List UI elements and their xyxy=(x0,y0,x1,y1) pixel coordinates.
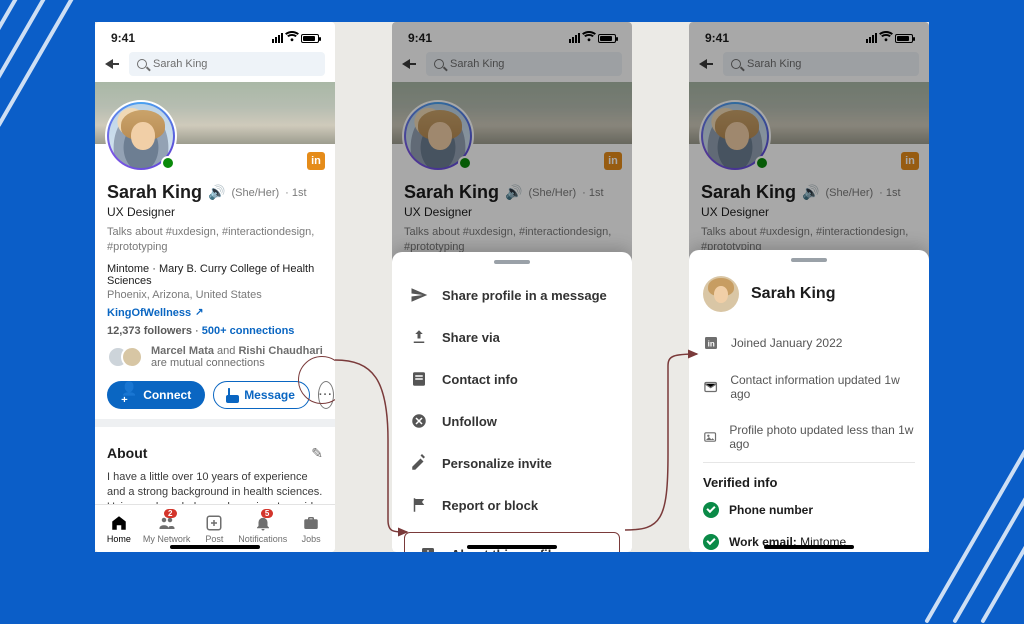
message-button[interactable]: Message xyxy=(213,381,310,409)
mini-avatar xyxy=(703,276,739,312)
sheet-grabber[interactable] xyxy=(791,258,827,262)
pronunciation-icon[interactable]: 🔊 xyxy=(208,184,225,201)
menu-unfollow[interactable]: Unfollow xyxy=(396,400,628,442)
linkedin-icon: in xyxy=(703,335,719,351)
wifi-icon xyxy=(285,31,299,46)
home-indicator xyxy=(170,545,260,549)
search-icon xyxy=(137,59,147,69)
share-icon xyxy=(410,328,428,346)
connect-icon: 👤⁺ xyxy=(121,382,137,408)
check-icon xyxy=(703,502,719,518)
send-icon xyxy=(410,286,428,304)
mutual-connections[interactable]: Marcel Mata and Rishi Chaudhari are mutu… xyxy=(107,345,323,369)
phone-menu: 9:41 Sarah King in Sarah King🔊(She/Her)·… xyxy=(392,22,632,552)
battery-icon xyxy=(301,34,319,43)
menu-contact-info[interactable]: Contact info xyxy=(396,358,628,400)
mail-icon xyxy=(703,379,718,395)
decoration xyxy=(924,448,1024,623)
linkedin-badge-icon: in xyxy=(307,152,325,170)
menu-report[interactable]: Report or block xyxy=(396,484,628,526)
tab-home[interactable]: Home xyxy=(95,505,143,552)
more-button[interactable]: ··· xyxy=(318,381,334,409)
verified-title: Verified info xyxy=(689,463,929,494)
headline: UX Designer xyxy=(107,205,323,219)
menu-share-message[interactable]: Share profile in a message xyxy=(396,274,628,316)
status-bar: 9:41 xyxy=(95,22,335,48)
action-sheet: Share profile in a message Share via Con… xyxy=(392,252,632,552)
decoration xyxy=(0,0,100,128)
pronouns: (She/Her) xyxy=(231,187,279,199)
presence-indicator xyxy=(161,156,175,170)
badge-network: 2 xyxy=(164,509,176,518)
contact-icon xyxy=(410,370,428,388)
about-profile-sheet: Sarah King in Joined January 2022 Contac… xyxy=(689,250,929,552)
about-profile-name: Sarah King xyxy=(751,285,835,303)
phone-stage: 9:41 Sarah King in Sarah King 🔊 (Sh xyxy=(95,22,929,552)
search-input[interactable]: Sarah King xyxy=(129,52,325,76)
external-link-icon: ↗ xyxy=(195,307,203,318)
website-link[interactable]: KingOfWellness↗ xyxy=(107,307,204,319)
flag-icon xyxy=(410,496,428,514)
phone-profile: 9:41 Sarah King in Sarah King 🔊 (Sh xyxy=(95,22,335,552)
connect-button[interactable]: 👤⁺ Connect xyxy=(107,381,205,409)
menu-personalize[interactable]: Personalize invite xyxy=(396,442,628,484)
sheet-grabber[interactable] xyxy=(494,260,530,264)
badge-notifications: 5 xyxy=(261,509,273,518)
photo-icon xyxy=(703,429,717,445)
back-button[interactable] xyxy=(105,59,121,69)
about-title: About xyxy=(107,445,147,461)
menu-share-via[interactable]: Share via xyxy=(396,316,628,358)
menu-about-profile[interactable]: About this profile xyxy=(404,532,620,552)
company-education: Mintome · Mary B. Curry College of Healt… xyxy=(107,263,323,287)
search-text: Sarah King xyxy=(153,58,207,70)
home-indicator xyxy=(467,545,557,549)
svg-text:in: in xyxy=(708,339,715,348)
connection-degree: · 1st xyxy=(285,187,306,199)
status-icons xyxy=(272,31,319,46)
personalize-icon xyxy=(410,454,428,472)
section-divider xyxy=(95,419,335,427)
clock: 9:41 xyxy=(111,31,135,45)
info-icon xyxy=(419,545,437,552)
follower-stats[interactable]: 12,373 followers · 500+ connections xyxy=(107,325,323,337)
contact-updated: Contact information updated 1w ago xyxy=(689,362,929,412)
lock-icon xyxy=(228,389,238,401)
check-icon xyxy=(703,534,719,550)
location: Phoenix, Arizona, United States xyxy=(107,289,323,301)
photo-updated: Profile photo updated less than 1w ago xyxy=(689,412,929,462)
avatar[interactable] xyxy=(105,100,177,172)
profile-name: Sarah King xyxy=(107,182,202,203)
home-indicator xyxy=(764,545,854,549)
tab-jobs[interactable]: Jobs xyxy=(287,505,335,552)
mutual-avatars xyxy=(107,346,143,368)
joined-date: in Joined January 2022 xyxy=(689,324,929,362)
phone-about-profile: 9:41 Sarah King in Sarah King🔊(She/Her)·… xyxy=(689,22,929,552)
verified-phone: Phone number xyxy=(689,494,929,526)
unfollow-icon xyxy=(410,412,428,430)
edit-about-button[interactable]: ✎ xyxy=(311,445,323,462)
talks-about: Talks about #uxdesign, #interactiondesig… xyxy=(107,225,323,255)
cellular-icon xyxy=(272,33,283,43)
